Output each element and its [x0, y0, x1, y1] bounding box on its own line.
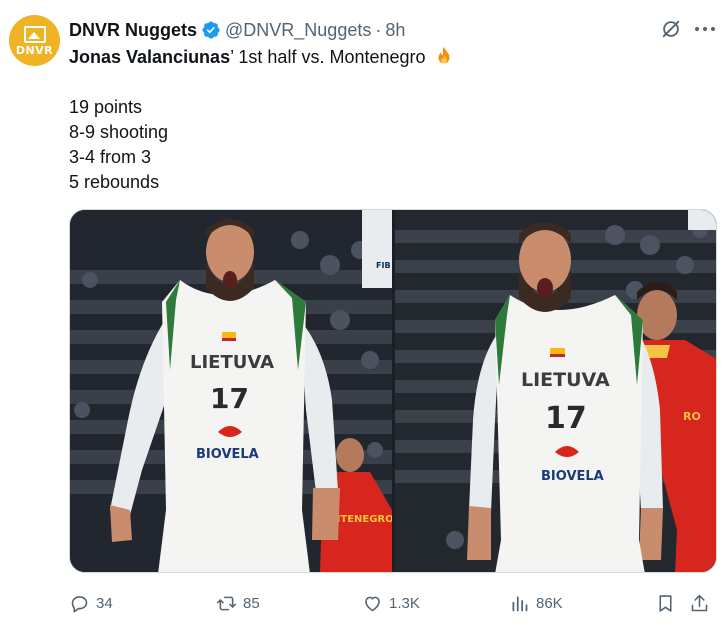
share-icon	[691, 594, 708, 611]
sponsor-text: BIOVELA	[196, 447, 259, 462]
more-icon[interactable]	[693, 18, 717, 40]
tweet[interactable]: DNVR DNVR Nuggets @DNVR_Nuggets · 8h Jon…	[0, 0, 727, 627]
jersey-number: 17	[210, 382, 249, 415]
reply-icon	[71, 595, 88, 612]
views-button[interactable]: 86K	[509, 590, 563, 616]
avatar-logo-icon	[23, 26, 46, 43]
bookmark-button[interactable]	[655, 590, 676, 616]
stat-line: 19 points	[69, 97, 143, 117]
opponent-jersey-text-right: RO	[683, 410, 701, 423]
avatar[interactable]: DNVR	[9, 15, 60, 66]
repost-count: 85	[243, 594, 260, 612]
tweet-header: DNVR Nuggets @DNVR_Nuggets · 8h	[69, 19, 405, 41]
display-name[interactable]: DNVR Nuggets	[69, 20, 197, 41]
tweet-title-rest: ’ 1st half vs. Montenegro	[230, 47, 426, 67]
bookmark-icon	[659, 594, 672, 612]
banner-text: FIB	[376, 261, 391, 270]
jersey-text: LIETUVA	[190, 352, 274, 373]
tweet-title-bold: Jonas Valanciunas	[69, 47, 231, 67]
views-count: 86K	[536, 594, 563, 612]
tweet-title: Jonas Valanciunas’ 1st half vs. Monteneg…	[69, 45, 455, 69]
stat-line: 3-4 from 3	[69, 147, 152, 167]
repost-icon	[216, 596, 237, 610]
fire-emoji-icon	[438, 46, 450, 64]
player-photo-right: RO LIETUVA 17 BIOVELA	[395, 210, 716, 572]
handle[interactable]: @DNVR_Nuggets	[225, 20, 371, 41]
avatar-text: DNVR	[15, 44, 54, 57]
reply-count: 34	[96, 594, 113, 612]
stat-line: 8-9 shooting	[69, 122, 169, 142]
jersey-text-right: LIETUVA	[521, 369, 610, 391]
player-photo-left: FIB NTENEGRO LIETUVA 17 BIOVELA	[70, 210, 392, 572]
like-icon	[365, 596, 380, 611]
like-count: 1.3K	[389, 594, 420, 612]
tweet-stats: 19 points 8-9 shooting 3-4 from 3 5 rebo…	[69, 95, 168, 195]
opponent-jersey-text: NTENEGRO	[332, 514, 392, 525]
grok-icon[interactable]	[660, 18, 682, 40]
reply-button[interactable]: 34	[69, 590, 113, 616]
stat-line: 5 rebounds	[69, 172, 160, 192]
views-icon	[512, 596, 528, 611]
share-button[interactable]	[689, 590, 710, 616]
jersey-number-right: 17	[545, 401, 587, 436]
like-button[interactable]: 1.3K	[362, 590, 420, 616]
separator-dot: ·	[375, 19, 382, 40]
repost-button[interactable]: 85	[216, 590, 260, 616]
photo-right[interactable]: RO LIETUVA 17 BIOVELA	[395, 210, 716, 572]
verified-badge-icon[interactable]	[201, 20, 221, 40]
sponsor-text-right: BIOVELA	[541, 469, 604, 484]
photo-left[interactable]: FIB NTENEGRO LIETUVA 17 BIOVELA	[70, 210, 392, 572]
action-bar: 34 85 1.3K 86K	[69, 590, 717, 616]
timestamp[interactable]: 8h	[385, 20, 405, 41]
media-grid: FIB NTENEGRO LIETUVA 17 BIOVELA RO LIETU…	[69, 209, 717, 573]
